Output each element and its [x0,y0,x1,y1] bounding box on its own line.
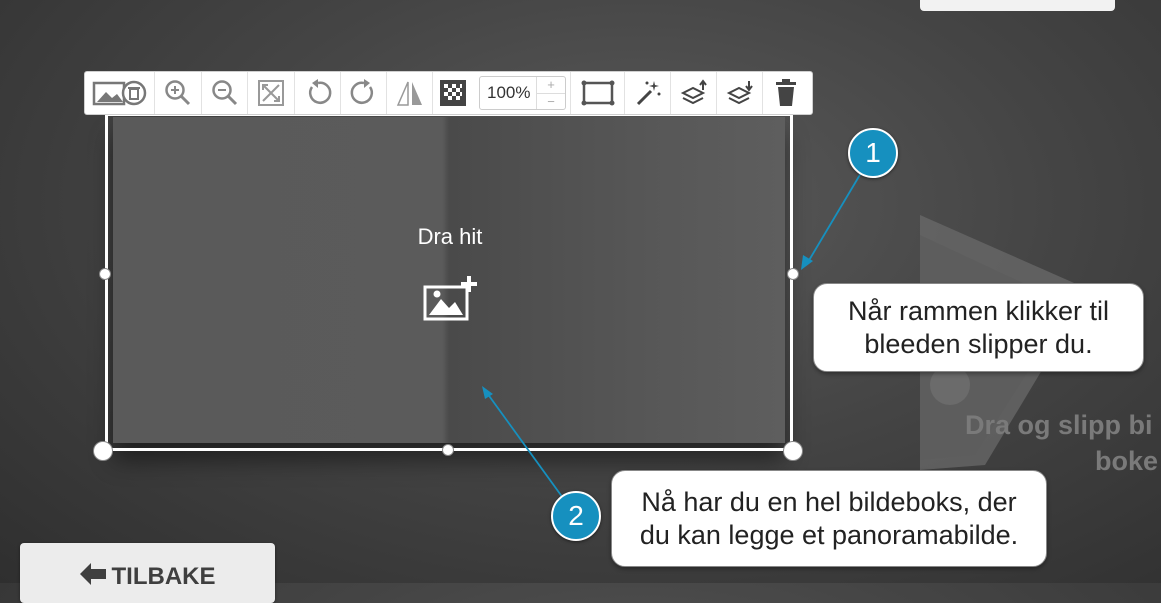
callout-1-bubble: Når rammen klikker til bleeden slipper d… [813,283,1144,372]
callout-2-line2: du kan legge et panoramabilde. [639,519,1019,550]
callout-2-bubble: Nå har du en hel bildeboks, der du kan l… [611,470,1047,567]
callout-1-badge: 1 [848,128,898,178]
back-arrow-icon [79,563,106,585]
callout-2-badge: 2 [551,491,601,541]
back-button[interactable]: TILBAKE [20,543,275,603]
callout-1-line2: bleeden slipper du. [864,328,1093,359]
callout-1-line1: Når rammen klikker til [847,295,1110,326]
callout-2-line1: Nå har du en hel bildeboks, der [641,486,1017,517]
back-button-label: TILBAKE [111,563,216,590]
